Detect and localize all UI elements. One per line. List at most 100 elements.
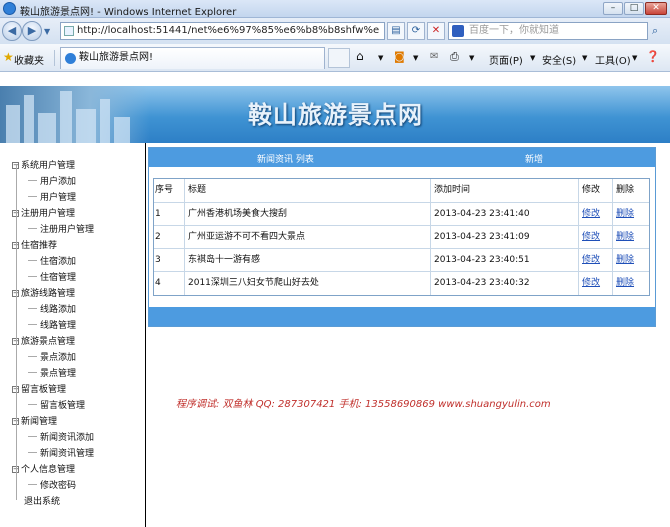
column-divider — [578, 179, 579, 295]
table-cell: 2 — [155, 232, 161, 242]
list-header-bar: 新闻资讯 列表 新增 — [149, 148, 655, 167]
tools-menu-arrow-icon: ▼ — [632, 54, 638, 62]
stop-button[interactable]: ✕ — [427, 22, 445, 40]
sidebar-item[interactable]: 住宿管理 — [40, 270, 76, 283]
address-bar: ◀ ▶ ▼ http://localhost:51441/net%e6%97%8… — [0, 18, 670, 44]
maximize-button[interactable]: □ — [624, 2, 644, 15]
sidebar-item[interactable]: 景点添加 — [40, 350, 76, 363]
tree-connector — [28, 260, 37, 261]
list-footer-bar — [149, 307, 655, 326]
edit-link[interactable]: 修改 — [582, 203, 600, 225]
ie-logo-icon — [3, 2, 16, 15]
sidebar-group[interactable]: −留言板管理 — [12, 382, 66, 395]
sidebar-group[interactable]: −旅游线路管理 — [12, 286, 75, 299]
city-skyline-image — [0, 86, 150, 143]
sidebar-group-label: 留言板管理 — [21, 385, 67, 395]
page-menu-arrow-icon: ▼ — [530, 54, 536, 62]
forward-button[interactable]: ▶ — [22, 21, 42, 41]
page-menu[interactable]: 页面(P) — [489, 52, 523, 67]
tree-connector — [28, 276, 37, 277]
sidebar-group[interactable]: −个人信息管理 — [12, 462, 75, 475]
add-news-link[interactable]: 新增 — [525, 152, 543, 165]
mail-icon[interactable]: ✉ — [430, 51, 438, 62]
divider — [54, 50, 55, 66]
table-cell: 2013-04-23 23:40:51 — [434, 255, 530, 265]
tree-connector — [28, 308, 37, 309]
sidebar-item[interactable]: 用户添加 — [40, 174, 76, 187]
minimize-button[interactable]: – — [603, 2, 623, 15]
url-input[interactable]: http://localhost:51441/net%e6%97%85%e6%b… — [60, 22, 385, 40]
url-text: http://localhost:51441/net%e6%97%85%e6%b… — [77, 25, 380, 36]
delete-link[interactable]: 删除 — [616, 203, 634, 225]
tree-connector — [28, 196, 37, 197]
tree-connector — [28, 452, 37, 453]
table-cell: 广州亚运游不可不看四大景点 — [188, 232, 306, 242]
rss-dropdown-icon[interactable]: ▼ — [413, 54, 418, 62]
column-header: 序号 — [155, 185, 174, 195]
sidebar-item[interactable]: 线路添加 — [40, 302, 76, 315]
tree-connector — [28, 484, 37, 485]
sidebar-nav: −系统用户管理用户添加用户管理 −注册用户管理注册用户管理 −住宿推荐住宿添加住宿管… — [0, 143, 146, 527]
browser-tab[interactable]: 鞍山旅游景点网! — [60, 47, 325, 69]
help-icon[interactable]: ❓ — [646, 50, 660, 63]
favorites-star-icon[interactable]: ★ — [3, 50, 14, 64]
sidebar-item[interactable]: 住宿添加 — [40, 254, 76, 267]
compat-view-button[interactable]: ▤ — [387, 22, 405, 40]
close-window-button[interactable]: ✕ — [645, 2, 667, 15]
sidebar-item[interactable]: 用户管理 — [40, 190, 76, 203]
table-cell: 广州香港机场美食大搜刮 — [188, 209, 288, 219]
tools-menu[interactable]: 工具(O) — [595, 52, 631, 67]
home-dropdown-icon[interactable]: ▼ — [378, 54, 383, 62]
rss-icon[interactable]: ◙ — [394, 50, 405, 63]
sidebar-item[interactable]: 新闻资讯添加 — [40, 430, 94, 443]
search-icon[interactable]: ⌕ — [652, 24, 658, 38]
edit-link[interactable]: 修改 — [582, 272, 600, 294]
new-tab-button[interactable] — [328, 48, 350, 68]
sidebar-group[interactable]: −旅游景点管理 — [12, 334, 75, 347]
sidebar-group-label: 旅游线路管理 — [21, 289, 76, 299]
search-input[interactable]: 百度一下，你就知道 — [448, 22, 648, 40]
sidebar-item[interactable]: 线路管理 — [40, 318, 76, 331]
table-row: 3 东褀岛十一游有感 2013-04-23 23:40:51 修改 删除 — [154, 248, 649, 271]
sidebar-item[interactable]: 新闻资讯管理 — [40, 446, 94, 459]
tree-connector — [28, 324, 37, 325]
history-dropdown-icon[interactable]: ▼ — [44, 27, 50, 36]
sidebar-group[interactable]: −新闻管理 — [12, 414, 57, 427]
column-header: 标题 — [188, 185, 207, 195]
edit-link[interactable]: 修改 — [582, 249, 600, 271]
sidebar-item[interactable]: 留言板管理 — [40, 398, 85, 411]
sidebar-group-label: 注册用户管理 — [21, 209, 76, 219]
table-cell: 东褀岛十一游有感 — [188, 255, 261, 265]
sidebar-group[interactable]: −系统用户管理 — [12, 158, 75, 171]
sidebar-group-label: 住宿推荐 — [21, 241, 58, 251]
print-icon[interactable]: ⎙ — [450, 50, 459, 64]
table-row: 1 广州香港机场美食大搜刮 2013-04-23 23:41:40 修改 删除 — [154, 202, 649, 225]
table-header-row: 序号 标题 添加时间 修改 删除 — [154, 179, 649, 202]
print-dropdown-icon[interactable]: ▼ — [469, 54, 474, 62]
sidebar-item[interactable]: 注册用户管理 — [40, 222, 94, 235]
sidebar-group-label: 个人信息管理 — [21, 465, 76, 475]
window-title-bar: 鞍山旅游景点网! - Windows Internet Explorer – □… — [0, 0, 670, 18]
column-header: 添加时间 — [434, 185, 471, 195]
delete-link[interactable]: 删除 — [616, 249, 634, 271]
sidebar-group[interactable]: −注册用户管理 — [12, 206, 75, 219]
back-button[interactable]: ◀ — [2, 21, 22, 41]
refresh-button[interactable]: ⟳ — [407, 22, 425, 40]
sidebar-item[interactable]: 修改密码 — [40, 478, 76, 491]
table-cell: 2013-04-23 23:40:32 — [434, 278, 530, 288]
news-table: 序号 标题 添加时间 修改 删除 1 广州香港机场美食大搜刮 2013-04-23 23:41… — [153, 178, 650, 296]
home-icon[interactable]: ⌂ — [356, 49, 364, 63]
table-cell: 2013-04-23 23:41:09 — [434, 232, 530, 242]
tree-connector — [28, 436, 37, 437]
sidebar-item[interactable]: 景点管理 — [40, 366, 76, 379]
delete-link[interactable]: 删除 — [616, 272, 634, 294]
delete-link[interactable]: 删除 — [616, 226, 634, 248]
favorites-label[interactable]: 收藏夹 — [14, 52, 44, 67]
page-icon — [64, 26, 74, 36]
sidebar-group[interactable]: −住宿推荐 — [12, 238, 57, 251]
footer-credit: 程序调试: 双鱼林 QQ: 287307421 手机: 13558690869 … — [176, 399, 551, 410]
safety-menu[interactable]: 安全(S) — [542, 52, 576, 67]
logout-link[interactable]: 退出系统 — [24, 494, 60, 507]
edit-link[interactable]: 修改 — [582, 226, 600, 248]
table-cell: 1 — [155, 209, 161, 219]
